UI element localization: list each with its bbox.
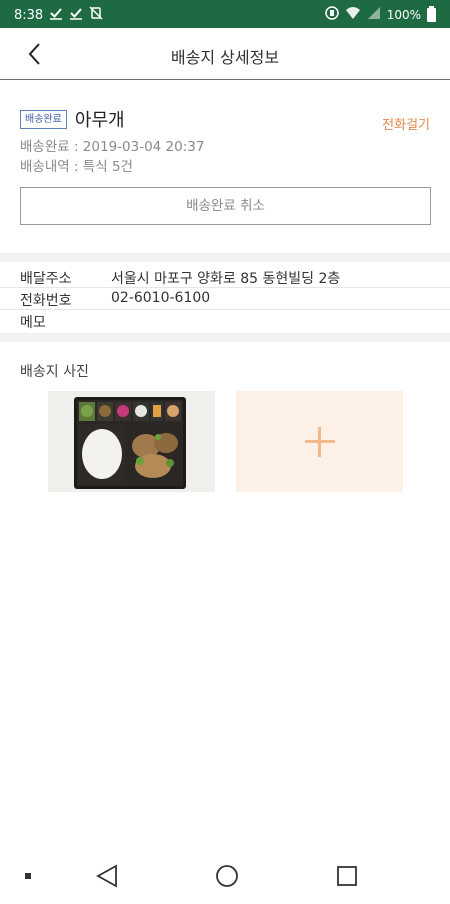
completed-time: 배송완료 : 2019-03-04 20:37 bbox=[20, 139, 205, 155]
app-bar: 배송지 상세정보 bbox=[0, 28, 450, 80]
battery-percent: 100% bbox=[386, 8, 421, 22]
signal-icon bbox=[367, 6, 381, 24]
info-row-memo: 메모 bbox=[0, 310, 450, 332]
info-value: 서울시 마포구 양화로 85 동현빌딩 2층 bbox=[111, 271, 341, 287]
page-title: 배송지 상세정보 bbox=[170, 48, 280, 67]
delivery-summary: 배송완료 아무개 배송완료 : 2019-03-04 20:37 배송내역 : … bbox=[20, 106, 432, 177]
battery-icon bbox=[427, 6, 436, 22]
status-badge: 배송완료 bbox=[20, 109, 67, 129]
delivery-photo[interactable] bbox=[48, 391, 215, 492]
home-circle-icon[interactable] bbox=[203, 852, 251, 900]
delivery-history: 배송내역 : 특식 5건 bbox=[20, 159, 133, 175]
info-label: 전화번호 bbox=[20, 293, 72, 309]
wifi-icon bbox=[345, 6, 361, 24]
sync-off-icon bbox=[89, 6, 103, 24]
back-triangle-icon[interactable] bbox=[84, 852, 132, 900]
photos-section-title: 배송지 사진 bbox=[20, 364, 89, 380]
add-photo-button[interactable] bbox=[236, 391, 403, 492]
delivery-info: 배달주소 서울시 마포구 양화로 85 동현빌딩 2층 전화번호 02-6010… bbox=[0, 266, 450, 332]
clock: 8:38 bbox=[14, 7, 44, 23]
info-row-address: 배달주소 서울시 마포구 양화로 85 동현빌딩 2층 bbox=[0, 266, 450, 288]
system-nav-bar bbox=[0, 852, 450, 900]
status-bar: 8:38 100% bbox=[0, 0, 450, 28]
recents-square-icon[interactable] bbox=[323, 852, 371, 900]
info-row-phone: 전화번호 02-6010-6100 bbox=[0, 288, 450, 310]
check-icon bbox=[69, 6, 83, 24]
info-label: 메모 bbox=[20, 315, 46, 331]
overview-dot-icon[interactable] bbox=[4, 852, 52, 900]
vibrate-icon bbox=[324, 6, 339, 24]
info-label: 배달주소 bbox=[20, 271, 72, 287]
section-divider bbox=[0, 333, 450, 342]
call-button[interactable]: 전화걸기 bbox=[382, 114, 430, 133]
section-divider bbox=[0, 253, 450, 262]
cancel-completion-button[interactable]: 배송완료 취소 bbox=[20, 187, 431, 225]
check-icon bbox=[49, 6, 63, 24]
recipient-name: 아무개 bbox=[74, 110, 125, 131]
info-value: 02-6010-6100 bbox=[111, 290, 211, 306]
